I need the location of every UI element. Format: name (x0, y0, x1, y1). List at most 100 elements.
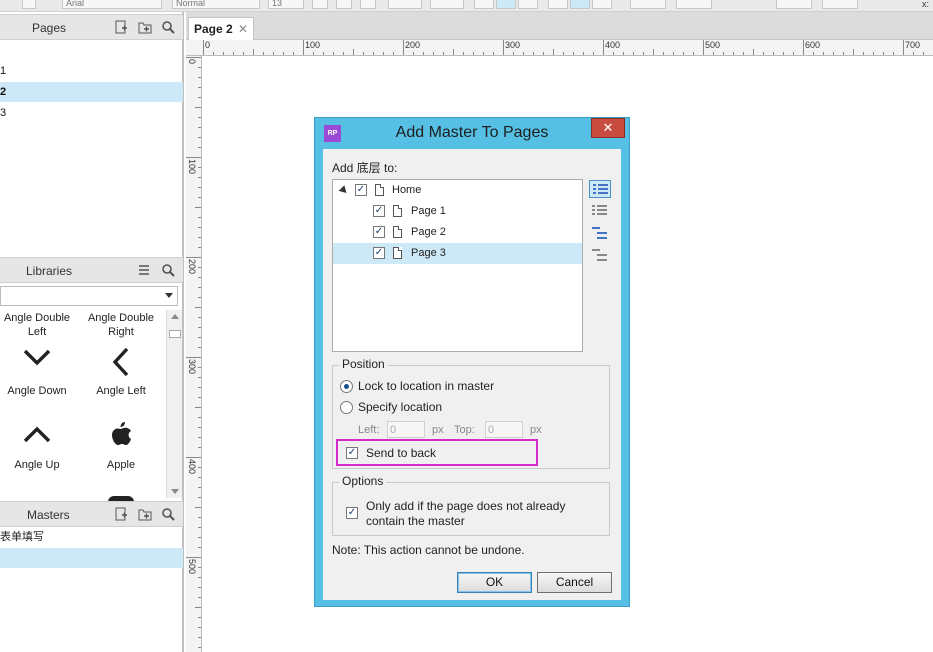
cancel-button[interactable]: Cancel (537, 572, 612, 593)
font-select[interactable]: Arial (62, 0, 162, 9)
valign-middle-button[interactable] (570, 0, 590, 9)
library-select[interactable] (0, 286, 178, 306)
add-folder-icon[interactable] (138, 507, 152, 521)
tab-page-2[interactable]: Page 2 ✕ (188, 17, 254, 41)
ruler-tick (463, 52, 464, 55)
collapse-triangle-icon[interactable] (338, 185, 350, 196)
tree-row-page-3[interactable]: ✓ Page 3 (333, 243, 582, 264)
ruler-tick (873, 52, 874, 55)
library-item-angle-up[interactable]: Angle Up (0, 458, 79, 472)
edit-icon[interactable] (22, 0, 36, 9)
scroll-up-icon[interactable] (171, 314, 179, 319)
angle-up-icon[interactable] (0, 425, 79, 448)
ruler-tick (198, 127, 201, 128)
valign-bottom-button[interactable] (592, 0, 612, 9)
close-button[interactable]: ✕ (591, 118, 625, 138)
ruler-tick (186, 257, 201, 258)
search-icon[interactable] (161, 507, 175, 521)
checkbox[interactable]: ✓ (373, 205, 385, 217)
ruler-tick (593, 52, 594, 55)
font-size-select[interactable]: 13 (268, 0, 304, 9)
tree-row-page-1[interactable]: ✓ Page 1 (333, 201, 582, 222)
menu-icon[interactable] (137, 263, 151, 277)
add-page-icon[interactable] (114, 20, 128, 34)
scroll-down-icon[interactable] (171, 489, 179, 494)
ruler-tick (198, 567, 201, 568)
angle-left-icon[interactable] (79, 346, 163, 381)
checkbox[interactable]: ✓ (355, 184, 367, 196)
library-scrollbar[interactable] (166, 310, 182, 498)
only-add-checkbox[interactable]: ✓ (346, 507, 358, 519)
x-coordinate-label: x: (922, 0, 930, 9)
library-item-apple[interactable]: Apple (79, 458, 163, 472)
align-center-button[interactable] (496, 0, 516, 9)
vertical-ruler: 0 100 200 300 400 500 (186, 56, 202, 652)
close-icon[interactable]: ✕ (238, 18, 248, 40)
page-item-3[interactable]: 3 (0, 103, 183, 123)
shadow-button[interactable] (822, 0, 858, 9)
fill-color-button[interactable] (388, 0, 422, 9)
angle-down-icon[interactable] (0, 347, 79, 370)
ruler-tick (643, 52, 644, 55)
page-item-2[interactable]: 2 (0, 82, 183, 102)
left-input[interactable] (387, 421, 425, 438)
ruler-tick (413, 52, 414, 55)
check-all-button[interactable] (589, 180, 611, 198)
scrollbar-thumb[interactable] (169, 330, 181, 338)
ruler-tick (198, 187, 201, 188)
library-item-angle-double-right[interactable]: Angle Double Right (79, 311, 163, 339)
ok-button[interactable]: OK (457, 572, 532, 593)
ruler-tick (198, 77, 201, 78)
ruler-label: 500 (705, 40, 721, 50)
line-color-button[interactable] (430, 0, 464, 9)
library-item-angle-left[interactable]: Angle Left (79, 384, 163, 398)
style-select[interactable]: Normal (172, 0, 260, 9)
line-weight-button[interactable] (676, 0, 712, 9)
italic-button[interactable] (336, 0, 352, 9)
search-icon[interactable] (161, 20, 175, 34)
add-folder-icon[interactable] (138, 20, 152, 34)
add-master-icon[interactable] (114, 507, 128, 521)
align-right-button[interactable] (518, 0, 538, 9)
valign-top-button[interactable] (548, 0, 568, 9)
uncheck-all-button[interactable] (589, 202, 611, 220)
library-item-angle-double-left[interactable]: Angle Double Left (0, 311, 79, 339)
ruler-tick (843, 52, 844, 55)
underline-button[interactable] (360, 0, 376, 9)
ruler-label: 300 (505, 40, 521, 50)
tree-row-home[interactable]: ✓ Home (333, 180, 582, 201)
tree-row-page-2[interactable]: ✓ Page 2 (333, 222, 582, 243)
arrow-style-button[interactable] (776, 0, 812, 9)
uncheck-children-button[interactable] (589, 246, 611, 264)
ruler-tick (198, 597, 201, 598)
search-icon[interactable] (161, 263, 175, 277)
master-item-selected[interactable] (0, 548, 183, 568)
ruler-tick (353, 49, 354, 55)
ruler-tick (198, 577, 201, 578)
apple-icon[interactable] (79, 420, 163, 453)
specify-location-radio[interactable] (340, 401, 353, 414)
ruler-tick (195, 307, 201, 308)
ruler-tick (523, 52, 524, 55)
ruler-tick (343, 52, 344, 55)
libraries-panel-title: Libraries (26, 264, 73, 278)
lock-location-radio[interactable] (340, 380, 353, 393)
page-item-label: 3 (0, 107, 7, 119)
dialog-title-bar[interactable]: RP Add Master To Pages ✕ (315, 118, 629, 148)
bold-button[interactable] (312, 0, 328, 9)
ruler-tick (443, 52, 444, 55)
top-input[interactable] (485, 421, 523, 438)
lock-location-label: Lock to location in master (358, 379, 495, 393)
align-left-button[interactable] (474, 0, 494, 9)
page-item-1[interactable]: 1 (0, 61, 183, 81)
line-style-button[interactable] (630, 0, 666, 9)
check-children-button[interactable] (589, 224, 611, 242)
ruler-tick (383, 52, 384, 55)
pages-panel-title: Pages (32, 21, 67, 35)
library-item-angle-down[interactable]: Angle Down (0, 384, 79, 398)
master-item[interactable]: 表单填写 (0, 527, 183, 547)
checkbox[interactable]: ✓ (373, 247, 385, 259)
checkbox[interactable]: ✓ (373, 226, 385, 238)
ruler-tick (198, 277, 201, 278)
ruler-label: 700 (905, 40, 921, 50)
